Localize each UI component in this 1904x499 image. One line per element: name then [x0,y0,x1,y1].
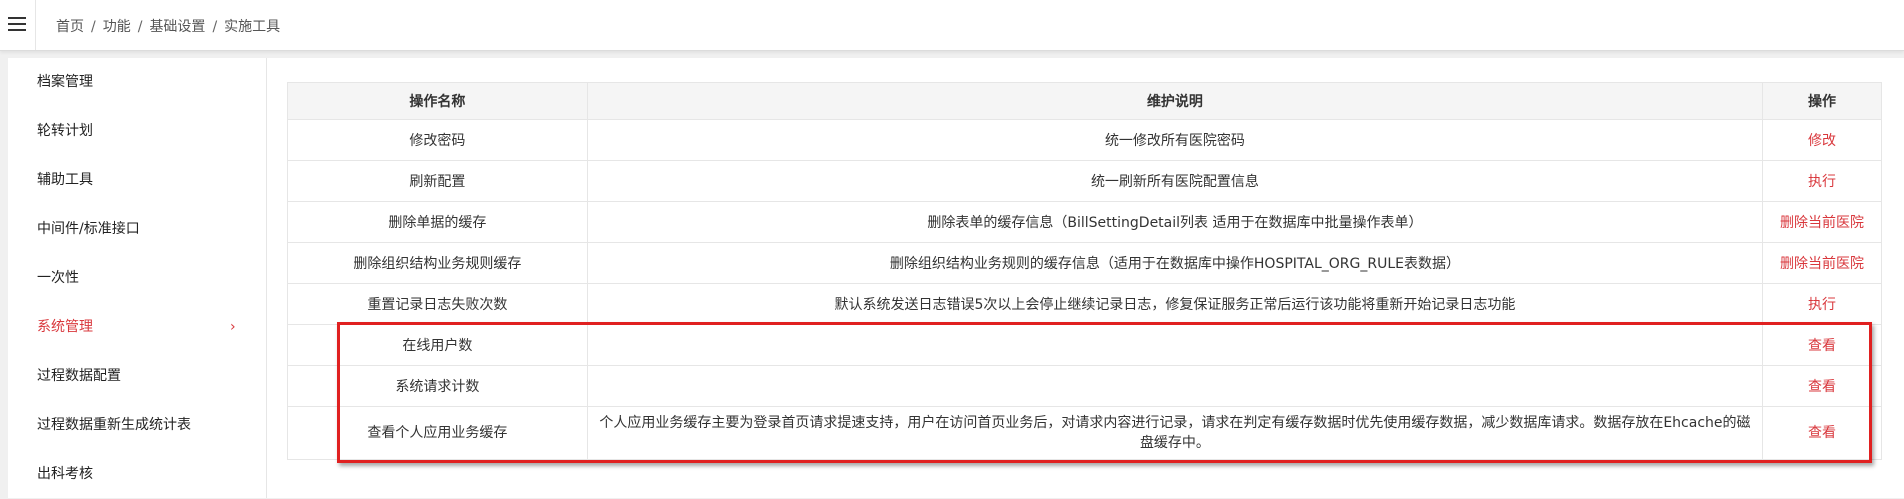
view-request-count-link[interactable]: 查看 [1808,379,1836,395]
column-header-description: 维护说明 [586,82,1764,120]
table-row: 在线用户数 查看 [287,324,1882,366]
operation-description: 统一修改所有医院密码 [586,119,1764,161]
sidebar-item-system-management[interactable]: 系统管理 › [8,303,266,352]
operation-name: 刷新配置 [287,160,588,202]
top-bar-divider [35,0,36,50]
delete-org-rule-cache-link[interactable]: 删除当前医院 [1780,256,1864,272]
operation-description: 删除组织结构业务规则的缓存信息（适用于在数据库中操作HOSPITAL_ORG_R… [586,242,1764,284]
hamburger-menu-icon[interactable] [8,17,26,33]
operation-description [586,324,1764,366]
operation-description: 默认系统发送日志错误5次以上会停止继续记录日志，修复保证服务正常后运行该功能将重… [586,283,1764,325]
sidebar-item-rotation-plan[interactable]: 轮转计划 [8,107,266,156]
operation-description: 个人应用业务缓存主要为登录首页请求提速支持，用户在访问首页业务后，对请求内容进行… [586,406,1764,460]
top-bar: 首页 / 功能 / 基础设置 / 实施工具 [0,0,1904,51]
operation-description [586,365,1764,407]
view-online-users-link[interactable]: 查看 [1808,338,1836,354]
refresh-config-link[interactable]: 执行 [1808,174,1836,190]
breadcrumb-home[interactable]: 首页 [56,19,84,35]
table-row: 刷新配置 统一刷新所有医院配置信息 执行 [287,160,1882,202]
breadcrumb-basic-settings[interactable]: 基础设置 [149,19,205,35]
reset-log-failures-link[interactable]: 执行 [1808,297,1836,313]
modify-password-link[interactable]: 修改 [1808,133,1836,149]
table-row: 修改密码 统一修改所有医院密码 修改 [287,119,1882,161]
column-header-name: 操作名称 [287,82,588,120]
delete-bill-cache-link[interactable]: 删除当前医院 [1780,215,1864,231]
table-row: 重置记录日志失败次数 默认系统发送日志错误5次以上会停止继续记录日志，修复保证服… [287,283,1882,325]
operation-name: 删除单据的缓存 [287,201,588,243]
operation-description: 删除表单的缓存信息（BillSettingDetail列表 适用于在数据库中批量… [586,201,1764,243]
operation-name: 重置记录日志失败次数 [287,283,588,325]
main-content: 操作名称 维护说明 操作 修改密码 统一修改所有医院密码 修改 刷新配置 统一刷… [267,58,1904,498]
sidebar-item-auxiliary-tools[interactable]: 辅助工具 [8,156,266,205]
operation-name: 修改密码 [287,119,588,161]
chevron-right-icon: › [230,319,236,335]
view-personal-cache-link[interactable]: 查看 [1808,425,1836,441]
operation-name: 在线用户数 [287,324,588,366]
operation-name: 删除组织结构业务规则缓存 [287,242,588,284]
sidebar-item-one-time[interactable]: 一次性 [8,254,266,303]
table-row: 系统请求计数 查看 [287,365,1882,407]
sidebar: 档案管理 轮转计划 辅助工具 中间件/标准接口 一次性 系统管理 › 过程数据配… [8,58,266,498]
breadcrumb: 首页 / 功能 / 基础设置 / 实施工具 [56,19,281,35]
breadcrumb-current: 实施工具 [224,19,281,35]
operation-description: 统一刷新所有医院配置信息 [586,160,1764,202]
table-row: 删除单据的缓存 删除表单的缓存信息（BillSettingDetail列表 适用… [287,201,1882,243]
operation-name: 查看个人应用业务缓存 [287,406,588,460]
column-header-action: 操作 [1762,82,1882,120]
operations-table: 操作名称 维护说明 操作 修改密码 统一修改所有医院密码 修改 刷新配置 统一刷… [287,82,1882,460]
sidebar-item-regenerate-stats[interactable]: 过程数据重新生成统计表 [8,401,266,450]
breadcrumb-function[interactable]: 功能 [103,19,131,35]
sidebar-item-middleware[interactable]: 中间件/标准接口 [8,205,266,254]
table-row: 查看个人应用业务缓存 个人应用业务缓存主要为登录首页请求提速支持，用户在访问首页… [287,406,1882,460]
operation-name: 系统请求计数 [287,365,588,407]
table-row: 删除组织结构业务规则缓存 删除组织结构业务规则的缓存信息（适用于在数据库中操作H… [287,242,1882,284]
sidebar-item-archive-management[interactable]: 档案管理 [8,58,266,107]
sidebar-item-process-data-config[interactable]: 过程数据配置 [8,352,266,401]
table-header-row: 操作名称 维护说明 操作 [287,82,1882,120]
